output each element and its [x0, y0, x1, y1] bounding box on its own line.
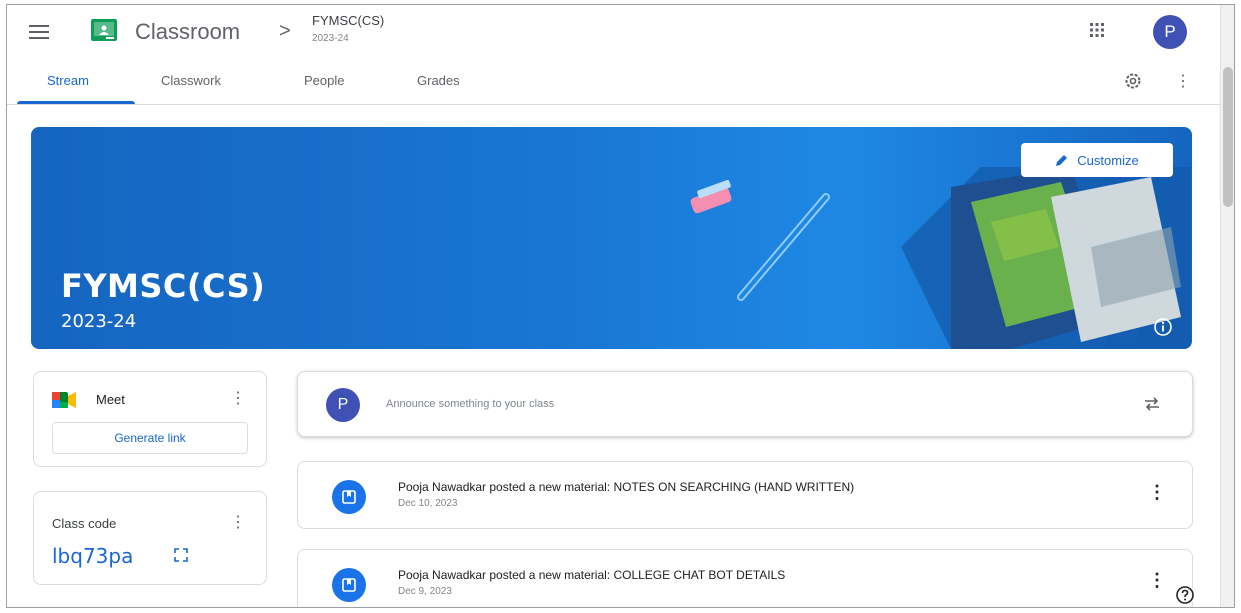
material-icon — [332, 480, 366, 514]
info-icon[interactable] — [1153, 317, 1173, 337]
breadcrumb-class-name[interactable]: FYMSC(CS) — [312, 13, 384, 28]
scrollbar-thumb[interactable] — [1223, 67, 1233, 207]
post-date: Dec 10, 2023 — [398, 498, 458, 509]
post-date: Dec 9, 2023 — [398, 586, 452, 597]
tab-stream[interactable]: Stream — [47, 73, 89, 88]
classroom-window: Classroom > FYMSC(CS) 2023-24 P Stream C… — [6, 4, 1235, 608]
tab-people[interactable]: People — [304, 73, 344, 88]
announce-avatar: P — [326, 388, 360, 422]
tab-grades[interactable]: Grades — [417, 73, 460, 88]
fullscreen-icon[interactable] — [174, 548, 188, 562]
breadcrumb-class-section: 2023-24 — [312, 33, 349, 44]
class-code-value: lbq73pa — [52, 544, 134, 568]
help-icon[interactable] — [1175, 585, 1195, 605]
pencil-icon — [1056, 155, 1068, 166]
settings-gear-icon[interactable] — [1124, 72, 1142, 90]
class-code-card: Class code ⋮ lbq73pa — [33, 491, 267, 585]
main-menu-icon[interactable] — [29, 25, 49, 39]
account-avatar[interactable]: P — [1153, 15, 1187, 49]
customize-button[interactable]: Customize — [1021, 143, 1173, 177]
meet-more-icon[interactable]: ⋮ — [230, 388, 246, 408]
google-meet-icon — [52, 392, 76, 408]
banner-class-section: 2023-24 — [61, 311, 137, 332]
meet-card: Meet ⋮ Generate link — [33, 371, 267, 467]
breadcrumb-separator-icon: > — [279, 20, 291, 42]
app-title[interactable]: Classroom — [135, 19, 240, 45]
page-scrollbar[interactable] — [1220, 5, 1234, 607]
class-tabs: Stream Classwork People Grades ⋮ — [7, 63, 1220, 105]
stream-post[interactable]: Pooja Nawadkar posted a new material: NO… — [297, 461, 1193, 529]
generate-link-button[interactable]: Generate link — [52, 422, 248, 454]
classroom-logo-icon[interactable] — [91, 19, 117, 41]
post-more-icon[interactable]: ⋮ — [1148, 482, 1166, 503]
stream-post[interactable]: Pooja Nawadkar posted a new material: CO… — [297, 549, 1193, 607]
post-title: Pooja Nawadkar posted a new material: CO… — [398, 568, 786, 582]
class-banner: FYMSC(CS) 2023-24 Customize — [31, 127, 1192, 349]
banner-class-title: FYMSC(CS) — [61, 267, 266, 305]
post-more-icon[interactable]: ⋮ — [1148, 570, 1166, 591]
announce-box[interactable]: P Announce something to your class — [297, 371, 1193, 437]
announce-placeholder: Announce something to your class — [386, 398, 555, 410]
more-vert-icon[interactable]: ⋮ — [1175, 71, 1191, 91]
post-title: Pooja Nawadkar posted a new material: NO… — [398, 480, 855, 494]
active-tab-indicator — [17, 101, 135, 104]
repost-icon[interactable] — [1142, 394, 1162, 414]
google-apps-icon[interactable] — [1089, 22, 1105, 38]
class-code-label: Class code — [52, 516, 117, 531]
class-code-more-icon[interactable]: ⋮ — [230, 512, 246, 532]
customize-label: Customize — [1077, 152, 1139, 168]
meet-label: Meet — [96, 392, 125, 407]
material-icon — [332, 568, 366, 602]
tab-classwork[interactable]: Classwork — [161, 73, 221, 88]
top-app-bar: Classroom > FYMSC(CS) 2023-24 P — [7, 5, 1220, 59]
